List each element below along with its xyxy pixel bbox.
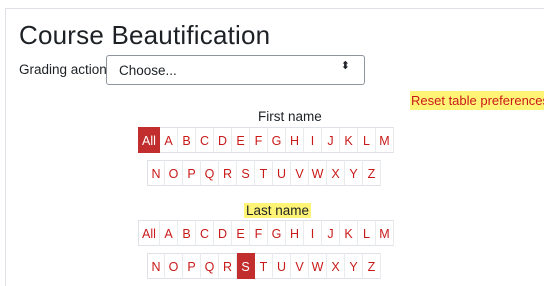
first-name-initial-h[interactable]: H xyxy=(286,127,304,153)
page-title: Course Beautification xyxy=(19,20,271,50)
first-name-initial-o[interactable]: O xyxy=(165,160,183,186)
last-name-initial-c[interactable]: C xyxy=(196,220,214,246)
last-name-initial-j[interactable]: J xyxy=(322,220,340,246)
first-name-initial-u[interactable]: U xyxy=(273,160,291,186)
first-name-initials-bar-2: NOPQRSTUVWXYZ xyxy=(147,160,381,186)
select-updown-icon: ⬍ xyxy=(340,60,350,72)
first-name-initial-j[interactable]: J xyxy=(322,127,340,153)
last-name-initial-q[interactable]: Q xyxy=(201,253,219,279)
grading-action-select[interactable]: Choose... ⬍ xyxy=(106,55,365,85)
last-name-initial-h[interactable]: H xyxy=(286,220,304,246)
last-name-initial-all[interactable]: All xyxy=(138,220,160,246)
first-name-initial-s[interactable]: S xyxy=(237,160,255,186)
last-name-initial-g[interactable]: G xyxy=(268,220,286,246)
first-name-initial-all[interactable]: All xyxy=(138,127,160,153)
last-name-initial-p[interactable]: P xyxy=(183,253,201,279)
first-name-initial-a[interactable]: A xyxy=(160,127,178,153)
first-name-initial-y[interactable]: Y xyxy=(345,160,363,186)
grading-action-selected: Choose... xyxy=(119,63,177,78)
first-name-initial-c[interactable]: C xyxy=(196,127,214,153)
last-name-initial-l[interactable]: L xyxy=(358,220,376,246)
first-name-initial-p[interactable]: P xyxy=(183,160,201,186)
reset-table-preferences-link[interactable]: Reset table preferences xyxy=(410,91,544,110)
first-name-initial-g[interactable]: G xyxy=(268,127,286,153)
first-name-initial-d[interactable]: D xyxy=(214,127,232,153)
first-name-initials-bar-1: All A B C D E F G H I J K L M xyxy=(138,127,394,153)
last-name-initial-x[interactable]: X xyxy=(327,253,345,279)
first-name-initial-i[interactable]: I xyxy=(304,127,322,153)
last-name-initial-v[interactable]: V xyxy=(291,253,309,279)
last-name-initial-w[interactable]: W xyxy=(309,253,327,279)
first-name-initial-v[interactable]: V xyxy=(291,160,309,186)
last-name-initial-i[interactable]: I xyxy=(304,220,322,246)
first-name-initial-t[interactable]: T xyxy=(255,160,273,186)
last-name-initial-b[interactable]: B xyxy=(178,220,196,246)
first-name-initial-w[interactable]: W xyxy=(309,160,327,186)
last-name-initial-a[interactable]: A xyxy=(160,220,178,246)
last-name-initial-n[interactable]: N xyxy=(147,253,165,279)
first-name-initial-l[interactable]: L xyxy=(358,127,376,153)
last-name-initial-z[interactable]: Z xyxy=(363,253,381,279)
last-name-initial-m[interactable]: M xyxy=(376,220,394,246)
last-name-initials-title: Last name xyxy=(244,203,312,218)
last-name-initial-o[interactable]: O xyxy=(165,253,183,279)
first-name-initial-r[interactable]: R xyxy=(219,160,237,186)
last-name-initial-s[interactable]: S xyxy=(237,253,255,279)
first-name-initial-k[interactable]: K xyxy=(340,127,358,153)
grading-action-label: Grading action xyxy=(19,62,107,77)
last-name-initial-r[interactable]: R xyxy=(219,253,237,279)
first-name-initial-x[interactable]: X xyxy=(327,160,345,186)
last-name-initial-d[interactable]: D xyxy=(214,220,232,246)
last-name-initial-t[interactable]: T xyxy=(255,253,273,279)
last-name-initials-bar-1: All A B C D E F G H I J K L M xyxy=(138,220,394,246)
first-name-initial-m[interactable]: M xyxy=(376,127,394,153)
last-name-initials-bar-2: NOPQRSTUVWXYZ xyxy=(147,253,381,279)
last-name-initial-f[interactable]: F xyxy=(250,220,268,246)
first-name-initial-z[interactable]: Z xyxy=(363,160,381,186)
first-name-initial-b[interactable]: B xyxy=(178,127,196,153)
first-name-initial-f[interactable]: F xyxy=(250,127,268,153)
first-name-initial-n[interactable]: N xyxy=(147,160,165,186)
last-name-initial-y[interactable]: Y xyxy=(345,253,363,279)
first-name-initial-q[interactable]: Q xyxy=(201,160,219,186)
last-name-initial-e[interactable]: E xyxy=(232,220,250,246)
first-name-initials-title: First name xyxy=(258,109,322,124)
first-name-initial-e[interactable]: E xyxy=(232,127,250,153)
last-name-initial-k[interactable]: K xyxy=(340,220,358,246)
last-name-initial-u[interactable]: U xyxy=(273,253,291,279)
